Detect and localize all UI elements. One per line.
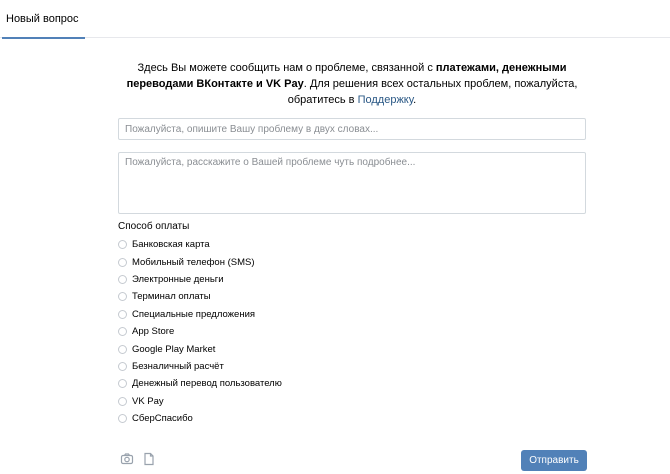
active-tab-indicator xyxy=(2,37,85,39)
payment-option-label: СберСпасибо xyxy=(132,413,193,425)
payment-option-label: Безналичный расчёт xyxy=(132,360,224,372)
payment-option[interactable]: СберСпасибо xyxy=(118,410,418,427)
radio-button[interactable] xyxy=(118,257,127,267)
intro-text: Здесь Вы можете сообщить нам о проблеме,… xyxy=(118,60,586,108)
payment-method-options: Банковская карта Мобильный телефон (SMS) Э… xyxy=(118,236,418,427)
payment-option[interactable]: VK Pay xyxy=(118,393,418,410)
payment-option-label: App Store xyxy=(132,326,175,338)
radio-button[interactable] xyxy=(118,327,127,337)
details-textarea[interactable] xyxy=(118,152,586,214)
payment-option-label: VK Pay xyxy=(132,395,164,407)
tab-label: Новый вопрос xyxy=(6,13,79,25)
payment-option[interactable]: Google Play Market xyxy=(118,340,418,357)
radio-button[interactable] xyxy=(118,274,127,284)
radio-button[interactable] xyxy=(118,309,127,319)
intro-part-3: . xyxy=(413,94,417,106)
submit-button[interactable]: Отправить xyxy=(521,450,587,471)
payment-option-label: Банковская карта xyxy=(132,239,210,251)
intro-part-1: Здесь Вы можете сообщить нам о проблеме,… xyxy=(137,62,436,74)
tab-bar: Новый вопрос xyxy=(0,0,670,39)
camera-icon[interactable] xyxy=(120,452,134,466)
payment-option[interactable]: Терминал оплаты xyxy=(118,288,418,305)
payment-option[interactable]: Мобильный телефон (SMS) xyxy=(118,253,418,270)
radio-button[interactable] xyxy=(118,344,127,354)
intro-part-2: . Для решения всех остальных проблем, по… xyxy=(287,78,578,106)
payment-option[interactable]: Специальные предложения xyxy=(118,306,418,323)
radio-button[interactable] xyxy=(118,361,127,371)
payment-option-label: Терминал оплаты xyxy=(132,291,211,303)
payment-option-label: Мобильный телефон (SMS) xyxy=(132,256,255,268)
attachment-icons xyxy=(120,452,156,466)
subject-input[interactable] xyxy=(118,118,586,140)
payment-option[interactable]: Безналичный расчёт xyxy=(118,358,418,375)
tab-new-question[interactable]: Новый вопрос xyxy=(0,0,85,39)
radio-button[interactable] xyxy=(118,396,127,406)
radio-button[interactable] xyxy=(118,379,127,389)
payment-option[interactable]: Денежный перевод пользователю xyxy=(118,375,418,392)
payment-option-label: Специальные предложения xyxy=(132,308,256,320)
radio-button[interactable] xyxy=(118,240,127,250)
document-icon[interactable] xyxy=(142,452,156,466)
payment-option-label: Денежный перевод пользователю xyxy=(132,378,282,390)
payment-option-label: Google Play Market xyxy=(132,343,216,355)
support-link[interactable]: Поддержку xyxy=(358,94,414,106)
payment-option[interactable]: Банковская карта xyxy=(118,236,418,253)
payment-option[interactable]: Электронные деньги xyxy=(118,271,418,288)
payment-option[interactable]: App Store xyxy=(118,323,418,340)
payment-option-label: Электронные деньги xyxy=(132,273,224,285)
payment-method-label: Способ оплаты xyxy=(118,221,190,232)
radio-button[interactable] xyxy=(118,414,127,424)
radio-button[interactable] xyxy=(118,292,127,302)
